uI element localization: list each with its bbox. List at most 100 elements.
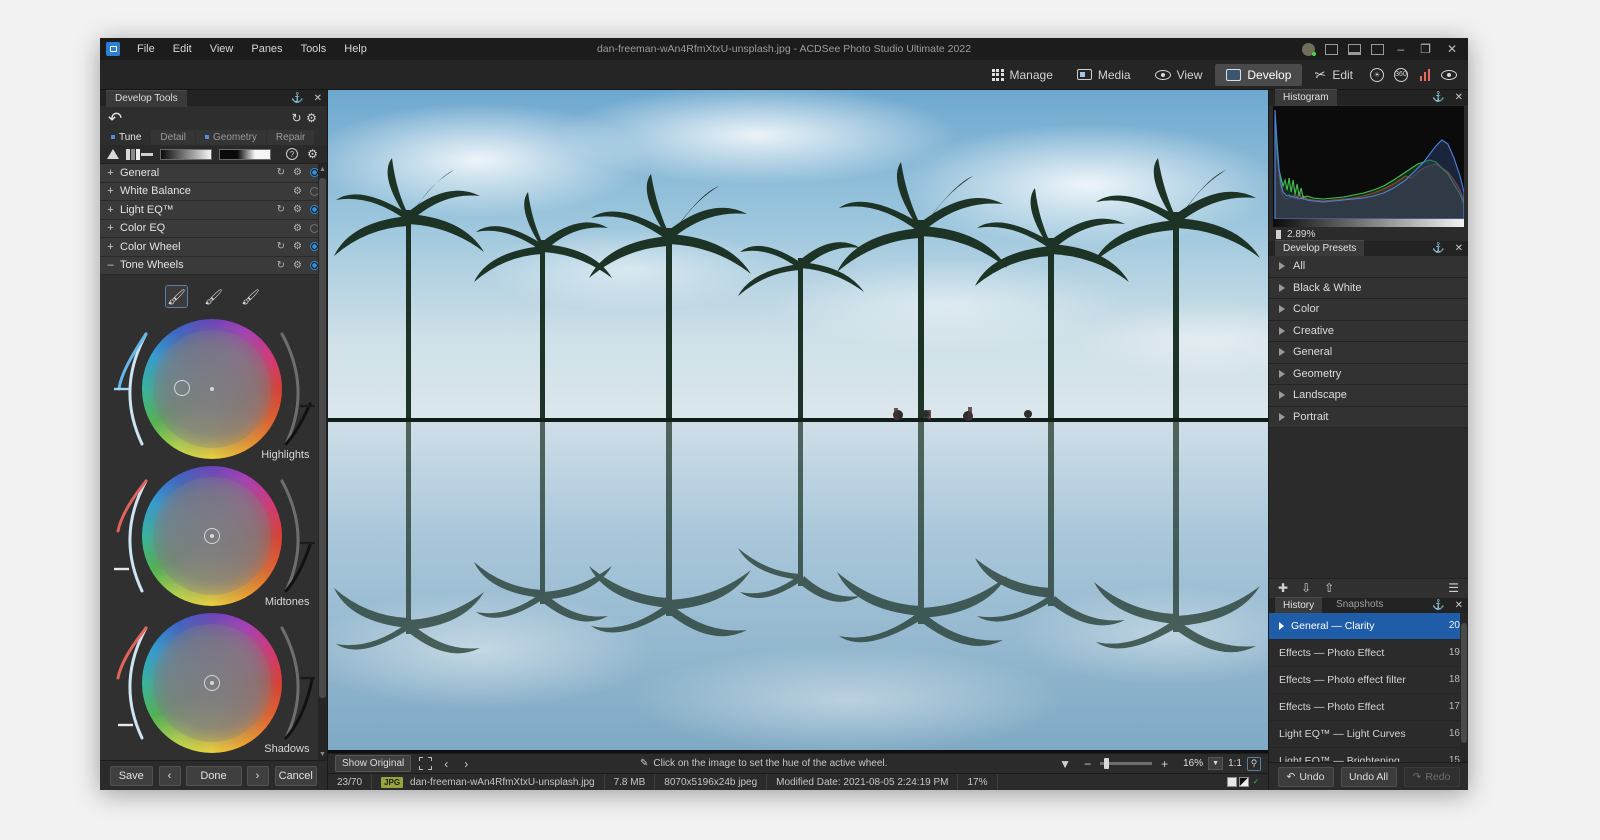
tone-wheel-highlights[interactable]: Highlights	[113, 316, 315, 461]
eyedropper-filled-icon[interactable]: 🖌	[165, 285, 188, 308]
history-item-18[interactable]: Effects — Photo effect filter 18	[1269, 667, 1468, 694]
close-icon[interactable]: ✕	[1450, 243, 1468, 254]
eyedropper-dark-icon[interactable]: 🖌	[239, 285, 262, 308]
history-item-16[interactable]: Light EQ™ — Light Curves 16	[1269, 721, 1468, 748]
gear-icon[interactable]: ⚙	[293, 204, 302, 215]
zoom-in-icon[interactable]: +	[1157, 757, 1172, 771]
expander-icon[interactable]: +	[106, 167, 115, 179]
left-panel-scrollbar[interactable]: ▲ ▼	[318, 164, 327, 760]
menu-item-help[interactable]: Help	[335, 40, 376, 58]
chevron-right-icon[interactable]	[1279, 326, 1285, 335]
layout-split-icon[interactable]	[1348, 43, 1362, 55]
preset-group-color[interactable]: Color	[1269, 299, 1468, 321]
tab-history[interactable]: History	[1275, 596, 1323, 614]
history-item-17[interactable]: Effects — Photo Effect 17	[1269, 694, 1468, 721]
expander-icon[interactable]: +	[106, 241, 115, 253]
close-button[interactable]: ✕	[1444, 42, 1460, 56]
settings-icon[interactable]: ⚙	[304, 111, 319, 125]
preset-group-all[interactable]: All	[1269, 256, 1468, 278]
tab-repair[interactable]: Repair	[266, 130, 315, 145]
pin-icon[interactable]: ⚓	[1427, 92, 1449, 103]
preview-toggle-icon[interactable]	[1438, 64, 1460, 86]
360-view-icon[interactable]: 360	[1390, 64, 1412, 86]
minimize-button[interactable]: –	[1394, 42, 1407, 56]
preset-group-general[interactable]: General	[1269, 342, 1468, 364]
scroll-thumb[interactable]	[319, 178, 326, 698]
tab-media[interactable]: Media	[1066, 64, 1142, 86]
chevron-right-icon[interactable]	[1279, 305, 1285, 314]
reset-icon[interactable]: ↻	[277, 167, 285, 178]
tab-view[interactable]: View	[1144, 64, 1214, 86]
zoom-out-icon[interactable]: −	[1080, 757, 1095, 771]
reset-icon[interactable]: ↻	[277, 204, 285, 215]
pin-icon[interactable]: ⚓	[1427, 600, 1449, 611]
shadows-right-slider[interactable]	[270, 620, 316, 746]
tab-edit[interactable]: ✂ Edit	[1304, 63, 1364, 87]
pin-icon[interactable]: ⚓	[1427, 243, 1449, 254]
gear-icon[interactable]: ⚙	[293, 167, 302, 178]
close-icon[interactable]: ✕	[1450, 600, 1468, 611]
preset-group-black-white[interactable]: Black & White	[1269, 277, 1468, 299]
eyedropper-mid-icon[interactable]: 🖌	[202, 285, 225, 308]
history-item-15[interactable]: Light EQ™ — Brightening 15	[1269, 748, 1468, 763]
section-white-balance[interactable]: + White Balance ⚙	[100, 182, 327, 201]
reset-all-icon[interactable]: ↻	[289, 111, 304, 125]
highlights-selection-ring[interactable]	[173, 380, 190, 396]
scroll-down-icon[interactable]: ▼	[319, 751, 326, 758]
magnifier-icon[interactable]: ⚲	[1247, 756, 1261, 771]
reset-icon[interactable]: ↻	[277, 241, 285, 252]
history-item-19[interactable]: Effects — Photo Effect 19	[1269, 640, 1468, 667]
tab-detail[interactable]: Detail	[151, 130, 195, 145]
next-image-icon[interactable]: ›	[460, 757, 472, 771]
menu-item-edit[interactable]: Edit	[164, 40, 201, 58]
zoom-ratio-label[interactable]: 1:1	[1228, 758, 1242, 769]
chevron-right-icon[interactable]	[1279, 348, 1285, 357]
section-color-wheel[interactable]: + Color Wheel ↻ ⚙	[100, 238, 327, 257]
add-preset-icon[interactable]: ✚	[1278, 581, 1288, 595]
undo-all-button[interactable]: Undo All	[1340, 766, 1397, 787]
brush-icon[interactable]	[126, 148, 153, 160]
tone-wheel-shadows[interactable]: Shadows	[114, 610, 316, 755]
zoom-slider-knob[interactable]	[1104, 758, 1110, 769]
tab-develop[interactable]: Develop	[1215, 63, 1303, 86]
zoom-dropdown-icon[interactable]: ▼	[1208, 757, 1224, 770]
chevron-right-icon[interactable]	[1279, 283, 1285, 292]
section-tone-wheels[interactable]: – Tone Wheels ↻ ⚙	[100, 256, 327, 275]
gear-icon[interactable]: ⚙	[293, 241, 302, 252]
chevron-right-icon[interactable]	[1279, 369, 1285, 378]
chevron-right-icon[interactable]	[1279, 262, 1285, 271]
expander-icon[interactable]: –	[106, 259, 115, 271]
maximize-button[interactable]: ❐	[1417, 42, 1434, 56]
next-image-button[interactable]: ›	[246, 765, 269, 786]
tab-snapshots[interactable]: Snapshots	[1328, 597, 1391, 613]
gear-icon[interactable]: ⚙	[293, 223, 302, 234]
import-preset-icon[interactable]: ⇩	[1301, 581, 1311, 595]
preset-group-geometry[interactable]: Geometry	[1269, 363, 1468, 385]
chevron-right-icon[interactable]	[1279, 412, 1285, 421]
histogram-toggle-icon[interactable]	[1414, 64, 1436, 86]
reset-icon[interactable]: ↻	[277, 260, 285, 271]
preset-group-creative[interactable]: Creative	[1269, 320, 1468, 342]
layout-single-icon[interactable]	[1325, 43, 1339, 55]
clipping-warning-icon[interactable]	[107, 149, 119, 159]
history-item-20[interactable]: General — Clarity 20	[1269, 612, 1468, 640]
prev-image-icon[interactable]: ‹	[440, 757, 452, 771]
redo-button[interactable]: ↷ Redo	[1403, 766, 1460, 787]
section-color-eq[interactable]: + Color EQ ⚙	[100, 219, 327, 238]
menu-item-tools[interactable]: Tools	[292, 40, 336, 58]
layout-full-icon[interactable]	[1371, 43, 1385, 55]
cancel-button[interactable]: Cancel	[274, 765, 317, 786]
zoom-slider[interactable]	[1100, 758, 1153, 769]
shadows-selection-ring[interactable]	[203, 675, 220, 691]
export-preset-icon[interactable]: ⇧	[1324, 581, 1334, 595]
tab-manage[interactable]: Manage	[981, 64, 1064, 86]
show-original-button[interactable]: Show Original	[335, 755, 412, 772]
expander-icon[interactable]: +	[106, 185, 115, 197]
chevron-right-icon[interactable]	[1279, 391, 1285, 400]
tab-tune[interactable]: Tune	[102, 130, 151, 145]
menu-item-view[interactable]: View	[201, 40, 243, 58]
gear-icon[interactable]: ⚙	[293, 186, 302, 197]
history-scrollbar[interactable]	[1460, 612, 1468, 762]
done-button[interactable]: Done	[185, 765, 242, 786]
preset-group-landscape[interactable]: Landscape	[1269, 385, 1468, 407]
